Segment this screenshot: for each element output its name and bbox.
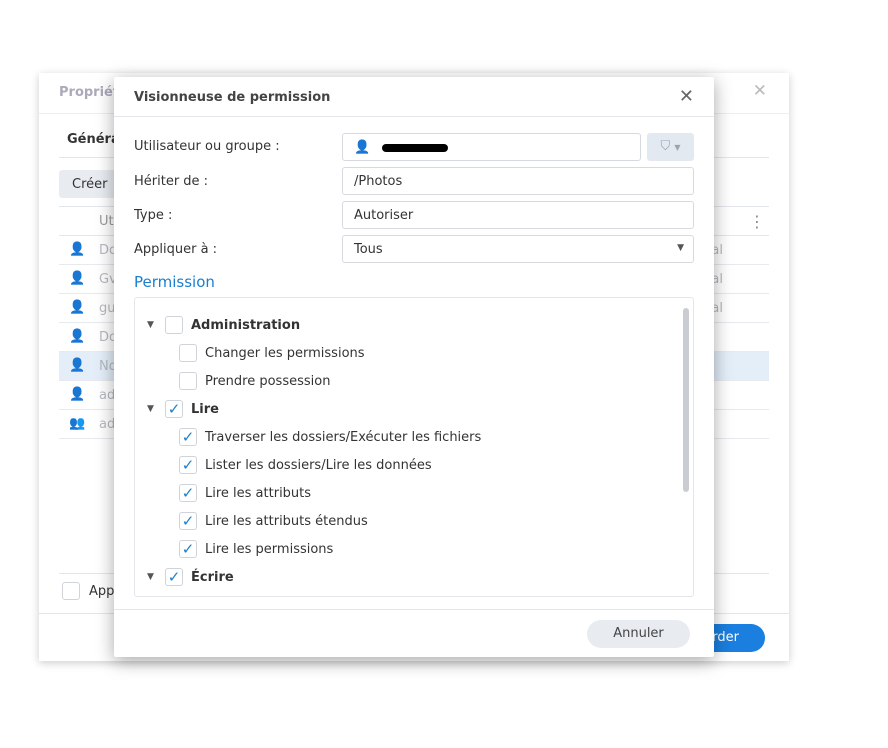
permission-item: Changer les permissions	[179, 342, 365, 364]
permission-label: Changer les permissions	[205, 345, 365, 361]
permission-checkbox[interactable]: ✓	[179, 540, 197, 558]
inherit-field[interactable]: /Photos	[342, 167, 694, 195]
permission-checkbox[interactable]: ✓	[179, 456, 197, 474]
tab-general[interactable]: Généra	[67, 132, 120, 147]
apply-to-value: Tous	[354, 242, 383, 257]
permission-item: Prendre possession	[179, 370, 330, 392]
permission-item: ▼ Administration	[147, 314, 300, 336]
column-header-user[interactable]: Ut	[99, 214, 114, 229]
permission-checkbox[interactable]	[165, 316, 183, 334]
permission-label: Lire les attributs étendus	[205, 513, 368, 529]
permission-label: Écrire	[191, 569, 234, 585]
permission-label: Lire les permissions	[205, 541, 334, 557]
permission-section-title: Permission	[134, 273, 215, 291]
permission-checkbox[interactable]	[179, 372, 197, 390]
inherit-label: Hériter de :	[134, 174, 209, 189]
permission-checkbox[interactable]: ✓	[179, 512, 197, 530]
permission-label: Traverser les dossiers/Exécuter les fich…	[205, 429, 482, 445]
permission-label: Prendre possession	[205, 373, 331, 389]
filter-dropdown-button[interactable]: ⛉ ▼	[647, 133, 694, 161]
permission-item: ▼ ✓ Écrire	[147, 566, 234, 588]
permission-viewer-dialog: Visionneuse de permission ✕ Utilisateur …	[114, 77, 714, 657]
row-name: ad	[99, 417, 116, 432]
user-icon: 👤	[69, 242, 86, 257]
user-icon: 👤	[69, 271, 86, 286]
permission-checkbox[interactable]: ✓	[179, 484, 197, 502]
user-label: Utilisateur ou groupe :	[134, 139, 280, 154]
user-icon: 👤	[69, 329, 86, 344]
cancel-button[interactable]: Annuler	[587, 620, 690, 648]
type-label: Type :	[134, 208, 173, 223]
expand-arrow-icon[interactable]: ▼	[147, 404, 165, 414]
chevron-down-icon: ▼	[677, 243, 684, 253]
close-icon[interactable]: ✕	[679, 86, 694, 107]
permission-item: ✓ Lire les permissions	[179, 538, 333, 560]
permission-checkbox[interactable]	[179, 344, 197, 362]
permission-label: Lister les dossiers/Lire les données	[205, 457, 432, 473]
permission-checkbox[interactable]: ✓	[165, 568, 183, 586]
close-icon[interactable]: ✕	[753, 81, 767, 101]
permission-item: ✓ Lire les attributs	[179, 482, 311, 504]
filter-icon: ⛉	[660, 139, 671, 154]
user-icon: 👤	[69, 300, 86, 315]
permission-label: Lire	[191, 401, 219, 417]
window-title: Propriét	[59, 85, 120, 100]
user-icon: 👤	[354, 140, 371, 155]
permission-item: ✓ Lister les dossiers/Lire les données	[179, 454, 432, 476]
permission-checkbox[interactable]: ✓	[179, 428, 197, 446]
apply-checkbox[interactable]	[62, 582, 80, 600]
permission-label: Lire les attributs	[205, 485, 312, 501]
redacted-username	[382, 143, 449, 152]
permission-item: ▼ ✓ Lire	[147, 398, 219, 420]
dialog-title: Visionneuse de permission	[134, 90, 331, 105]
chevron-down-icon: ▼	[674, 143, 681, 152]
permission-tree: ▼ Administration Changer les permissions Pr…	[134, 297, 694, 597]
permission-label: Administration	[191, 317, 301, 333]
permission-item: ✓ Lire les attributs étendus	[179, 510, 368, 532]
user-field[interactable]: 👤	[342, 133, 641, 161]
group-icon: 👥	[69, 416, 86, 431]
permission-checkbox[interactable]: ✓	[165, 400, 183, 418]
type-field[interactable]: Autoriser	[342, 201, 694, 229]
expand-arrow-icon[interactable]: ▼	[147, 320, 165, 330]
apply-to-label: Appliquer à :	[134, 242, 218, 257]
apply-to-select[interactable]: Tous ▼	[342, 235, 694, 263]
permission-item: ✓ Traverser les dossiers/Exécuter les fic…	[179, 426, 481, 448]
user-icon: 👤	[69, 387, 86, 402]
user-icon: 👤	[69, 358, 86, 373]
row-name: ad	[99, 388, 116, 403]
more-icon[interactable]: ⋮	[749, 212, 765, 231]
apply-checkbox-label: App	[89, 584, 115, 599]
scrollbar[interactable]	[683, 308, 689, 492]
expand-arrow-icon[interactable]: ▼	[147, 572, 165, 582]
